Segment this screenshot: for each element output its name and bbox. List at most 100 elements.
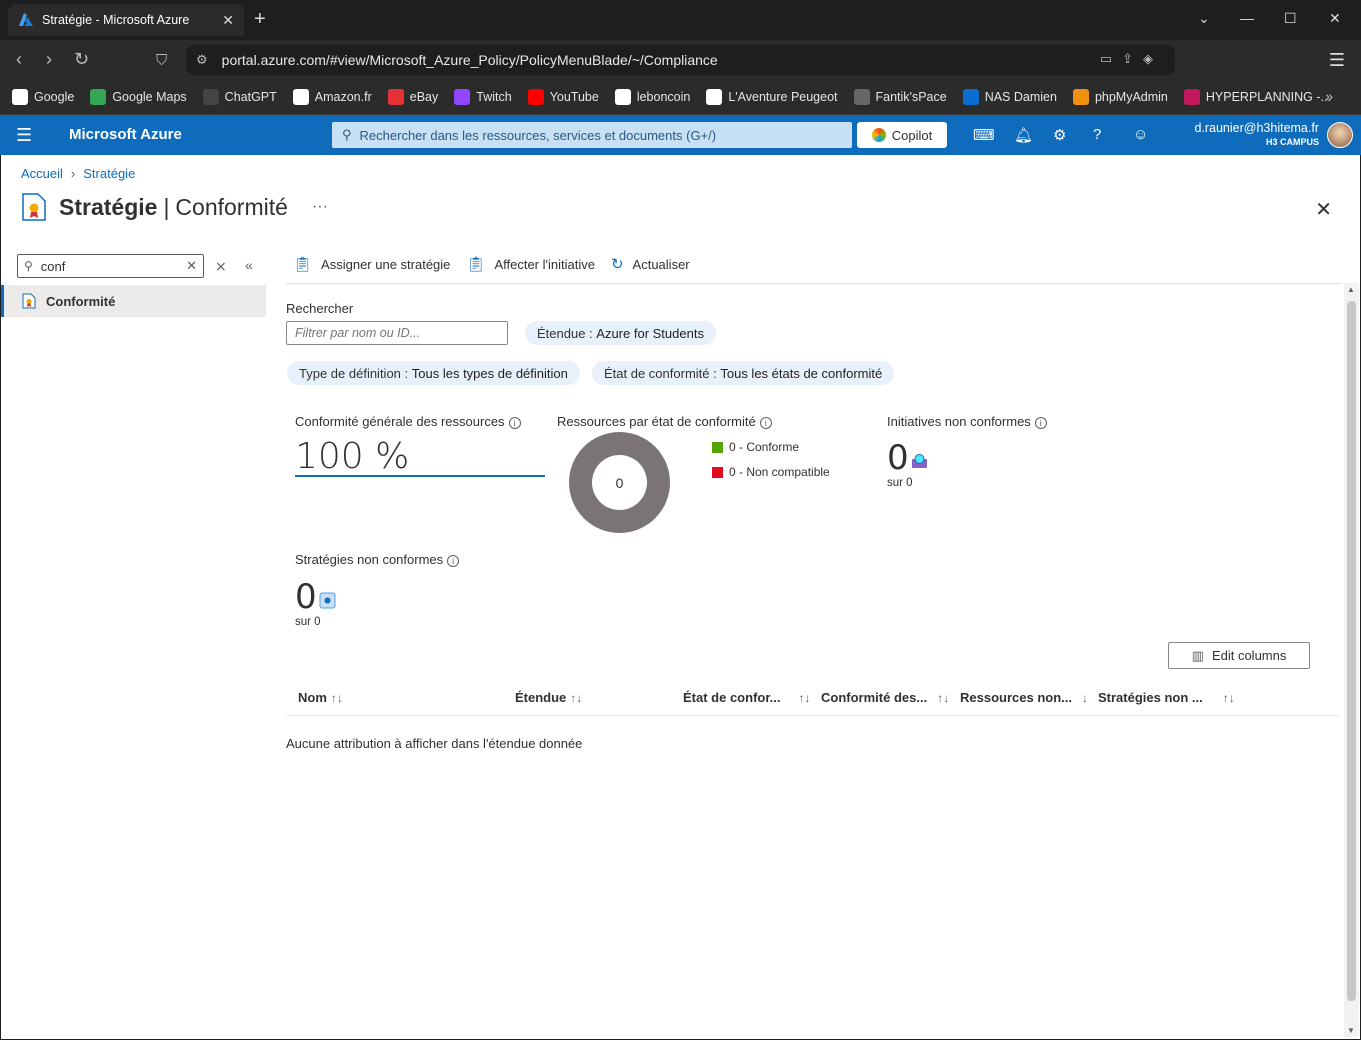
reset-filter-icon[interactable]: ⨯	[215, 258, 227, 275]
browser-tab-active[interactable]: Stratégie - Microsoft Azure ✕	[8, 4, 244, 36]
policy-doc-icon	[22, 293, 36, 309]
url-actions-icon[interactable]: ▭⇪◈	[1100, 51, 1163, 67]
initiative-icon	[912, 454, 927, 468]
collapse-menu-icon[interactable]: «	[245, 257, 253, 273]
sort-icon[interactable]: ↑↓	[570, 691, 582, 705]
scrollbar-thumb[interactable]	[1347, 301, 1356, 1001]
definition-type-filter-pill[interactable]: Type de définition : Tous les types de d…	[287, 361, 580, 385]
filter-name-input[interactable]	[286, 321, 508, 345]
sidebar-item-conformite[interactable]: Conformité	[1, 285, 266, 317]
bookmark-peugeot[interactable]: L'Aventure Peugeot	[706, 89, 838, 105]
column-header-label: Étendue	[515, 690, 567, 705]
sort-icon[interactable]: ↑↓	[799, 691, 811, 705]
bookmark-hyperplanning[interactable]: HYPERPLANNING -...	[1183, 89, 1331, 105]
bookmark-label: Fantik'sPace	[875, 90, 947, 104]
global-search-input[interactable]: ⚲ Rechercher dans les ressources, servic…	[332, 122, 852, 148]
assign-policy-label: Assigner une stratégie	[321, 256, 451, 272]
edit-columns-icon: ▥	[1191, 647, 1204, 663]
cloud-shell-icon[interactable]: ⌨	[973, 126, 995, 144]
sort-icon[interactable]: ↑↓	[1223, 691, 1235, 705]
maps-pin-icon	[90, 89, 107, 105]
sort-icon[interactable]: ↓	[1082, 691, 1088, 705]
legend-compliant-label: 0 - Conforme	[729, 440, 800, 454]
youtube-icon	[527, 89, 544, 105]
policy-doc-icon	[22, 193, 46, 221]
bookmark-ebay[interactable]: eBay	[387, 89, 438, 105]
tab-search-chevron-icon[interactable]: ⌄	[1198, 10, 1210, 27]
tab-close-icon[interactable]: ✕	[222, 12, 234, 29]
scope-value: Azure for Students	[596, 325, 704, 341]
minimize-icon[interactable]: —	[1240, 10, 1254, 26]
more-bookmarks-icon[interactable]: »	[1325, 88, 1333, 104]
info-icon[interactable]: i	[759, 417, 772, 429]
browser-menu-icon[interactable]: ☰	[1329, 50, 1345, 71]
maximize-icon[interactable]: ☐	[1284, 10, 1297, 27]
info-icon[interactable]: i	[1034, 417, 1047, 429]
scroll-down-icon[interactable]: ▼	[1347, 1026, 1355, 1035]
assign-policy-button[interactable]: 📋︎ Assigner une stratégie	[293, 255, 450, 273]
window-close-icon[interactable]: ✕	[1329, 10, 1341, 27]
compliance-donut-chart[interactable]: 0	[569, 432, 670, 533]
bookmark-phpmyadmin[interactable]: phpMyAdmin	[1072, 89, 1168, 105]
column-header[interactable]: Stratégies non ... ↑↓	[1098, 690, 1235, 705]
compliance-state-filter-pill[interactable]: État de conformité : Tous les états de c…	[592, 361, 895, 385]
forward-icon[interactable]: ›	[46, 49, 52, 69]
copilot-button[interactable]: Copilot	[857, 122, 947, 148]
empty-table-message: Aucune attribution à afficher dans l'éte…	[286, 736, 583, 751]
bookmark-chatgpt[interactable]: ChatGPT	[202, 89, 277, 105]
bookmark-leboncoin[interactable]: leboncoin	[614, 89, 690, 105]
phpmyadmin-icon	[1072, 89, 1089, 105]
notifications-bell-icon[interactable]: 🔔︎	[1014, 126, 1033, 144]
new-tab-button[interactable]: +	[254, 8, 266, 30]
bookmark-amazon[interactable]: Amazon.fr	[292, 89, 372, 105]
noncompliant-initiatives-value[interactable]: 0	[887, 438, 909, 478]
bookmark-fantik[interactable]: Fantik'sPace	[853, 89, 947, 105]
settings-gear-icon[interactable]: ⚙	[1053, 126, 1066, 144]
reload-icon[interactable]: ↻	[74, 49, 89, 69]
info-icon[interactable]: i	[508, 417, 521, 429]
url-text: portal.azure.com/#view/Microsoft_Azure_P…	[221, 52, 718, 68]
close-blade-icon[interactable]: ✕	[1315, 197, 1332, 222]
sort-icon[interactable]: ↑↓	[331, 691, 343, 705]
help-icon[interactable]: ?	[1093, 126, 1101, 143]
menu-search-input[interactable]: ⚲ conf ✕	[17, 254, 204, 278]
clear-search-icon[interactable]: ✕	[186, 258, 197, 274]
column-header[interactable]: Nom ↑↓	[298, 690, 343, 705]
column-header[interactable]: Ressources non... ↓	[960, 690, 1088, 705]
info-icon[interactable]: i	[447, 555, 460, 567]
avatar[interactable]	[1327, 122, 1353, 148]
column-header[interactable]: État de confor... ↑↓	[683, 690, 811, 705]
bookmark-label: phpMyAdmin	[1094, 90, 1168, 104]
bookmark-youtube[interactable]: YouTube	[527, 89, 599, 105]
noncompliant-initiatives-total: sur 0	[887, 477, 913, 489]
breadcrumb-strategie[interactable]: Stratégie	[83, 166, 135, 181]
assign-initiative-button[interactable]: 📋︎ Affecter l'initiative	[466, 255, 595, 273]
edit-columns-button[interactable]: ▥ Edit columns	[1168, 642, 1310, 669]
content-scrollbar[interactable]: ▲ ▼	[1344, 283, 1359, 1037]
bookmark-maps-pin[interactable]: Google Maps	[90, 89, 187, 105]
bookmark-dsm[interactable]: NAS Damien	[962, 89, 1057, 105]
more-options-icon[interactable]: ···	[312, 198, 328, 216]
account-menu[interactable]: d.raunier@h3hitema.fr H3 CAMPUS	[1194, 121, 1319, 147]
feedback-icon[interactable]: ☺	[1133, 126, 1148, 143]
sort-icon[interactable]: ↑↓	[937, 691, 949, 705]
bookmark-google[interactable]: Google	[12, 89, 74, 105]
column-header-label: Nom	[298, 690, 327, 705]
refresh-button[interactable]: ↻ Actualiser	[611, 255, 690, 273]
noncompliant-policies-value[interactable]: 0	[295, 577, 317, 617]
column-header[interactable]: Conformité des... ↑↓	[821, 690, 949, 705]
bookmark-label: Twitch	[476, 90, 512, 104]
scope-filter-pill[interactable]: Étendue : Azure for Students	[525, 321, 716, 345]
compliance-state-key: État de conformité :	[604, 365, 717, 381]
bookmark-twitch[interactable]: Twitch	[454, 89, 512, 105]
site-settings-icon[interactable]: ⚙	[196, 52, 208, 68]
portal-menu-icon[interactable]: ☰	[16, 125, 32, 146]
url-bar[interactable]: ⚙ portal.azure.com/#view/Microsoft_Azure…	[186, 45, 1175, 75]
scroll-up-icon[interactable]: ▲	[1347, 285, 1355, 294]
azure-brand[interactable]: Microsoft Azure	[69, 126, 182, 143]
back-icon[interactable]: ‹	[16, 49, 22, 69]
bookmark-icon[interactable]: ⛉	[156, 51, 167, 71]
breadcrumb-home[interactable]: Accueil	[21, 166, 63, 181]
column-header[interactable]: Étendue ↑↓	[515, 690, 582, 705]
overall-compliance-value[interactable]: 100 %	[295, 436, 409, 477]
